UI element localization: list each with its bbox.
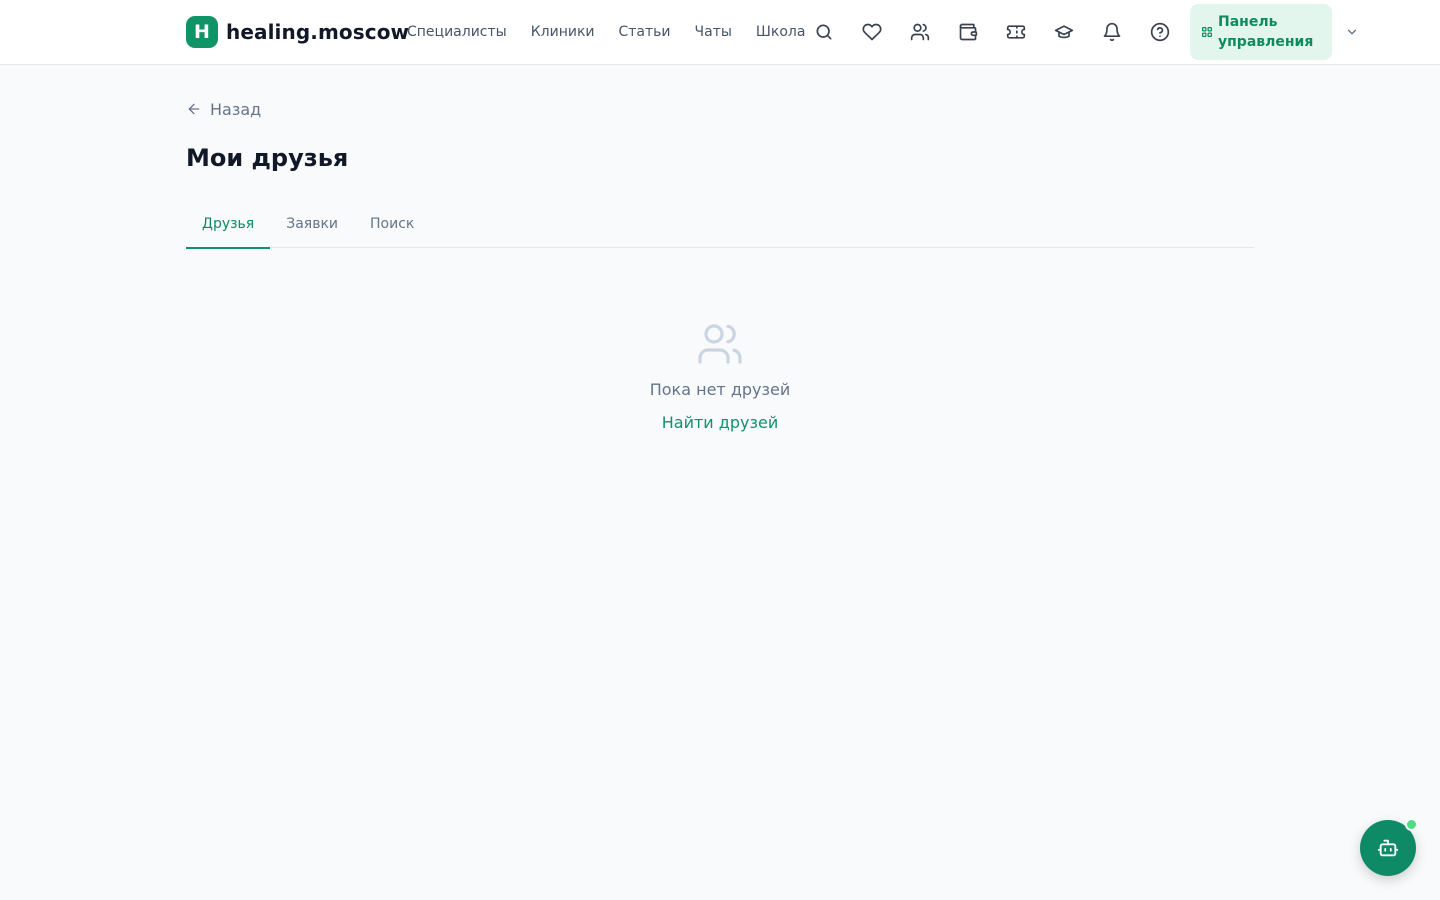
users-icon (698, 324, 742, 364)
wallet-button[interactable] (952, 16, 984, 48)
graduation-cap-icon (1054, 25, 1074, 39)
chevron-down-icon (1347, 29, 1357, 35)
tab-requests[interactable]: Заявки (270, 204, 354, 248)
ticket-icon (1006, 25, 1026, 39)
online-status-dot (1405, 818, 1418, 831)
notifications-button[interactable] (1096, 16, 1128, 48)
nav-link-school[interactable]: Школа (756, 24, 806, 40)
friends-tabs: Друзья Заявки Поиск (186, 204, 1254, 249)
wallet-icon (959, 23, 978, 41)
nav-link-chats[interactable]: Чаты (695, 24, 732, 40)
page-title: Мои друзья (186, 144, 349, 172)
favorites-button[interactable] (856, 16, 888, 48)
help-circle-icon (1150, 22, 1170, 42)
school-button[interactable] (1048, 16, 1080, 48)
arrow-left-icon (188, 103, 200, 115)
nav-link-articles[interactable]: Статьи (619, 24, 671, 40)
tickets-button[interactable] (1000, 16, 1032, 48)
main-nav: Специалисты Клиники Статьи Чаты Школа (407, 0, 805, 64)
empty-state-text: Пока нет друзей (649, 380, 791, 399)
back-link[interactable]: Назад (186, 98, 261, 120)
friends-button[interactable] (904, 16, 936, 48)
top-header: H healing.moscow Специалисты Клиники Ста… (0, 0, 1440, 65)
empty-state: Пока нет друзей Найти друзей (520, 320, 920, 432)
tab-friends[interactable]: Друзья (186, 204, 271, 249)
tab-search[interactable]: Поиск (354, 204, 430, 248)
profile-menu-toggle[interactable] (1342, 22, 1362, 42)
grid-icon (1202, 27, 1212, 37)
users-icon (910, 23, 930, 41)
logo-badge: H (186, 16, 218, 48)
back-link-label: Назад (210, 99, 262, 119)
logo[interactable]: H healing.moscow (186, 16, 409, 48)
nav-link-specialists[interactable]: Специалисты (407, 24, 507, 40)
nav-link-clinics[interactable]: Клиники (531, 24, 595, 40)
help-button[interactable] (1144, 16, 1176, 48)
find-friends-link[interactable]: Найти друзей (662, 413, 778, 432)
logo-text: healing.moscow (226, 20, 410, 44)
search-button[interactable] (808, 16, 840, 48)
heart-icon (862, 23, 882, 41)
dashboard-button-label: Панель управления (1218, 14, 1314, 50)
bell-icon (1103, 22, 1121, 42)
dashboard-button[interactable]: Панель управления (1190, 4, 1332, 60)
search-icon (816, 24, 832, 40)
bot-icon (1377, 839, 1399, 857)
